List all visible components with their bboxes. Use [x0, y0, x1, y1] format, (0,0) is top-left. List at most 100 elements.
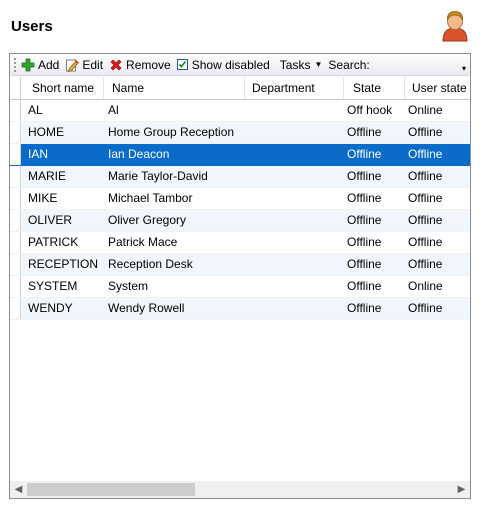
- table-row[interactable]: SYSTEM System Offline Online: [10, 276, 470, 298]
- cell-name: Oliver Gregory: [108, 213, 187, 227]
- edit-pencil-icon: [66, 59, 79, 72]
- tasks-dropdown[interactable]: Tasks ▼: [277, 55, 326, 75]
- cell-state: Offline: [347, 235, 382, 249]
- cell-department: [250, 276, 342, 297]
- scroll-left-icon[interactable]: ◀: [10, 481, 27, 498]
- table-row[interactable]: HOME Home Group Reception Offline Offlin…: [10, 122, 470, 144]
- table-row[interactable]: PATRICK Patrick Mace Offline Offline: [10, 232, 470, 254]
- cell-state: Offline: [347, 257, 382, 271]
- column-separator[interactable]: [343, 77, 344, 99]
- table-row[interactable]: OLIVER Oliver Gregory Offline Offline: [10, 210, 470, 232]
- show-disabled-label: Show disabled: [191, 57, 270, 72]
- show-disabled-toggle[interactable]: Show disabled: [174, 55, 273, 75]
- column-separator[interactable]: [404, 77, 405, 99]
- cell-state: Offline: [347, 191, 382, 205]
- cell-user-state: Online: [408, 103, 443, 117]
- cell-short-name: PATRICK: [28, 235, 79, 249]
- cell-name: Michael Tambor: [108, 191, 193, 205]
- cell-short-name: MARIE: [28, 169, 67, 183]
- cell-department: [250, 100, 342, 121]
- table-row-selected[interactable]: IAN Ian Deacon Offline Offline: [10, 144, 470, 166]
- row-header[interactable]: [10, 144, 21, 165]
- users-panel: Add Edit Remove Show disabled Tasks ▼ Se…: [9, 53, 471, 499]
- cell-department: [250, 254, 342, 275]
- cell-short-name: SYSTEM: [28, 279, 78, 293]
- plus-icon: [21, 58, 35, 71]
- row-header[interactable]: [10, 254, 21, 275]
- user-avatar-icon: [442, 11, 468, 42]
- column-header-name[interactable]: Name: [112, 77, 242, 99]
- cell-user-state: Offline: [408, 191, 443, 205]
- table-header: Short name Name Department State User st…: [10, 77, 470, 100]
- column-separator[interactable]: [103, 77, 104, 99]
- red-x-icon: [110, 59, 122, 70]
- cell-short-name: WENDY: [28, 301, 73, 315]
- cell-state: Offline: [347, 147, 382, 161]
- cell-short-name: IAN: [28, 147, 49, 161]
- table-row[interactable]: WENDY Wendy Rowell Offline Offline: [10, 298, 470, 320]
- cell-name: Marie Taylor-David: [108, 169, 208, 183]
- cell-user-state: Offline: [408, 301, 443, 315]
- cell-state: Offline: [347, 301, 382, 315]
- tasks-label: Tasks: [279, 57, 311, 72]
- column-header-state[interactable]: State: [353, 77, 403, 99]
- cell-short-name: AL: [28, 103, 43, 117]
- row-header[interactable]: [10, 232, 21, 253]
- cell-department: [250, 144, 342, 165]
- checkmark-icon: [178, 61, 186, 68]
- show-disabled-checkbox[interactable]: [176, 59, 188, 70]
- scrollbar-thumb[interactable]: [27, 483, 195, 496]
- table-row[interactable]: AL Al Off hook Online: [10, 100, 470, 122]
- cell-name: Patrick Mace: [108, 235, 178, 249]
- cell-user-state: Offline: [408, 257, 443, 271]
- cell-user-state: Offline: [408, 235, 443, 249]
- cell-state: Offline: [347, 125, 382, 139]
- cell-state: Offline: [347, 279, 382, 293]
- row-header[interactable]: [10, 100, 21, 121]
- cell-department: [250, 122, 342, 143]
- row-header-corner: [10, 77, 21, 99]
- cell-department: [250, 166, 342, 187]
- add-label: Add: [38, 57, 60, 72]
- column-header-user-state[interactable]: User state: [412, 77, 470, 99]
- row-header[interactable]: [10, 166, 21, 187]
- cell-department: [250, 210, 342, 231]
- caret-down-icon: ▼: [314, 60, 323, 69]
- scroll-right-icon[interactable]: ▶: [453, 481, 470, 498]
- cell-short-name: OLIVER: [28, 213, 73, 227]
- remove-button[interactable]: Remove: [106, 55, 174, 75]
- table-row[interactable]: RECEPTION Reception Desk Offline Offline: [10, 254, 470, 276]
- row-header[interactable]: [10, 122, 21, 143]
- row-header[interactable]: [10, 210, 21, 231]
- cell-department: [250, 188, 342, 209]
- horizontal-scrollbar[interactable]: ◀ ▶: [10, 481, 470, 498]
- column-separator[interactable]: [244, 77, 245, 99]
- cell-user-state: Offline: [408, 213, 443, 227]
- cell-short-name: MIKE: [28, 191, 58, 205]
- cell-state: Off hook: [347, 103, 393, 117]
- column-header-short-name[interactable]: Short name: [32, 77, 102, 99]
- cell-user-state: Offline: [408, 147, 443, 161]
- cell-name: Reception Desk: [108, 257, 193, 271]
- column-header-department[interactable]: Department: [252, 77, 342, 99]
- toolbar-overflow-icon[interactable]: ▾: [460, 64, 468, 74]
- row-header[interactable]: [10, 276, 21, 297]
- row-header[interactable]: [10, 298, 21, 319]
- edit-label: Edit: [82, 57, 104, 72]
- cell-user-state: Online: [408, 279, 443, 293]
- cell-name: Ian Deacon: [108, 147, 170, 161]
- row-header[interactable]: [10, 188, 21, 209]
- cell-user-state: Offline: [408, 169, 443, 183]
- cell-user-state: Offline: [408, 125, 443, 139]
- cell-department: [250, 232, 342, 253]
- table-row[interactable]: MIKE Michael Tambor Offline Offline: [10, 188, 470, 210]
- remove-label: Remove: [126, 57, 171, 72]
- search-label: Search:: [328, 57, 370, 72]
- cell-short-name: RECEPTION: [28, 257, 99, 271]
- cell-department: [250, 298, 342, 319]
- users-table: Short name Name Department State User st…: [10, 77, 470, 320]
- add-button[interactable]: Add: [18, 55, 62, 75]
- edit-button[interactable]: Edit: [62, 55, 106, 75]
- table-row[interactable]: MARIE Marie Taylor-David Offline Offline: [10, 166, 470, 188]
- cell-short-name: HOME: [28, 125, 64, 139]
